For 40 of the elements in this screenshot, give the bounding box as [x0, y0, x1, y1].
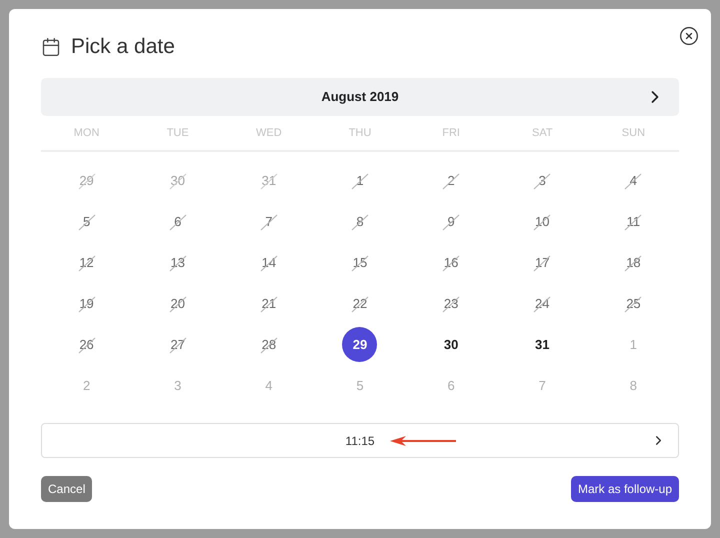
calendar-day: 8 [623, 376, 644, 396]
calendar-day: 13 [168, 252, 188, 272]
calendar-day: 2 [76, 376, 97, 396]
calendar-day: 12 [76, 252, 97, 272]
weekday-label: SAT [532, 126, 553, 141]
calendar-day: 7 [258, 212, 279, 232]
weekday-label: THU [348, 126, 372, 141]
calendar-day[interactable]: 29 [342, 327, 378, 362]
calendar-day[interactable]: 31 [532, 334, 552, 354]
calendar-day: 5 [350, 376, 370, 396]
calendar-icon [41, 37, 61, 57]
calendar-day: 5 [76, 212, 97, 232]
month-label: August 2019 [321, 88, 399, 106]
calendar-day[interactable]: 30 [441, 334, 462, 354]
calendar-day: 1 [350, 170, 370, 190]
calendar-day: 4 [258, 376, 279, 396]
calendar-day: 4 [623, 170, 644, 190]
calendar-day: 6 [168, 212, 188, 232]
cancel-button[interactable]: Cancel [41, 476, 92, 502]
weekday-label: FRI [442, 126, 460, 141]
calendar-day: 29 [76, 170, 97, 190]
dialog-title: Pick a date [71, 34, 175, 60]
calendar-day: 22 [350, 294, 370, 314]
weekday-label: TUE [166, 126, 189, 141]
time-value: 11:15 [345, 432, 375, 450]
calendar-day: 6 [441, 376, 462, 396]
calendar-day: 19 [76, 294, 97, 314]
close-button[interactable] [679, 26, 699, 46]
calendar-day: 23 [441, 294, 462, 314]
calendar-day: 28 [258, 334, 279, 354]
calendar-day: 1 [623, 334, 644, 354]
calendar-day: 18 [623, 252, 644, 272]
calendar-day: 3 [168, 376, 188, 396]
weekday-label: SUN [622, 126, 646, 141]
mark-follow-up-button[interactable]: Mark as follow-up [570, 476, 679, 502]
weekday-label: MON [74, 126, 100, 141]
weekday-label: WED [256, 126, 282, 141]
annotation-arrow [390, 435, 458, 447]
time-field[interactable]: 11:15 [41, 423, 679, 458]
calendar-day: 7 [532, 376, 552, 396]
